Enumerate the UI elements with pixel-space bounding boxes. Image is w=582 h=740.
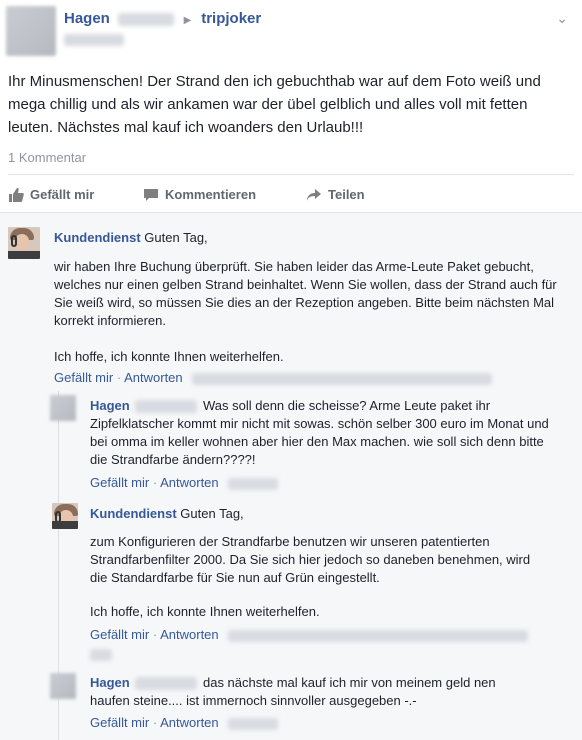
- reply-author-name[interactable]: Hagen: [90, 675, 130, 690]
- arrow-right-icon: ▶: [183, 15, 192, 26]
- reply-avatar[interactable]: [50, 673, 76, 699]
- reply-actions: Gefällt mir · Antworten: [90, 627, 529, 642]
- reply-author-name[interactable]: Hagen: [90, 398, 130, 413]
- divider: [8, 174, 574, 175]
- commenter-avatar[interactable]: [8, 227, 40, 259]
- reply-body: Hagen Was soll denn die scheisse? Arme L…: [90, 397, 550, 469]
- post-author-avatar[interactable]: [6, 6, 56, 56]
- comment-label: Kommentieren: [165, 187, 257, 202]
- post-action-bar: Gefällt mir Kommentieren Teilen: [0, 180, 582, 214]
- reply-paragraph: zum Konfigurieren der Strandfarbe benutz…: [90, 534, 531, 585]
- share-label: Teilen: [328, 187, 365, 202]
- post-author-name[interactable]: Hagen: [64, 10, 110, 27]
- comment-bubble-icon: [144, 188, 158, 201]
- commenter-name[interactable]: Kundendienst: [54, 230, 141, 245]
- share-button[interactable]: Teilen: [306, 187, 365, 202]
- reply-body: Kundendienst Guten Tag, zum Konfiguriere…: [90, 505, 550, 621]
- reply-actions: Gefällt mir · Antworten: [90, 475, 279, 490]
- comment-button[interactable]: Kommentieren: [143, 187, 256, 202]
- reply-like-link[interactable]: Gefällt mir: [90, 627, 149, 642]
- redacted-meta: [228, 629, 529, 642]
- reply-like-link[interactable]: Gefällt mir: [90, 475, 149, 490]
- reply-avatar[interactable]: [52, 503, 78, 529]
- reply-paragraph: Ich hoffe, ich konnte Ihnen weiterhelfen…: [90, 604, 320, 619]
- reply-greeting: Guten Tag,: [180, 506, 244, 521]
- redacted-surname: [117, 12, 174, 26]
- reply-reply-link[interactable]: Antworten: [160, 627, 219, 642]
- redacted-surname: [135, 677, 198, 691]
- redacted-meta: [192, 372, 493, 385]
- reply-actions: Gefällt mir · Antworten: [90, 715, 279, 730]
- post-header: Hagen ▶ tripjoker: [64, 10, 261, 27]
- comment-paragraph: wir haben Ihre Buchung überprüft. Sie ha…: [54, 259, 557, 328]
- post-text: Ihr Minusmenschen! Der Strand den ich ge…: [8, 73, 541, 136]
- reply-body: Hagen das nächste mal kauf ich mir von m…: [90, 674, 530, 710]
- comments-section: Kundendienst Guten Tag, wir haben Ihre B…: [0, 212, 582, 740]
- comment-like-link[interactable]: Gefällt mir: [54, 370, 113, 385]
- reply-reply-link[interactable]: Antworten: [160, 715, 219, 730]
- reply-reply-link[interactable]: Antworten: [160, 475, 219, 490]
- post-target-page[interactable]: tripjoker: [201, 10, 261, 27]
- redacted-meta: [228, 717, 279, 730]
- like-label: Gefällt mir: [30, 187, 95, 202]
- comment-greeting: Guten Tag,: [144, 230, 208, 245]
- comment-actions: Gefällt mir · Antworten: [54, 370, 493, 385]
- like-button[interactable]: Gefällt mir: [8, 187, 94, 202]
- redacted-meta: [228, 477, 279, 490]
- reply-like-link[interactable]: Gefällt mir: [90, 715, 149, 730]
- share-arrow-icon: [307, 188, 321, 201]
- thumbs-up-icon: [9, 187, 24, 202]
- chevron-down-icon[interactable]: ⌄: [556, 10, 568, 27]
- comment-body: Kundendienst Guten Tag, wir haben Ihre B…: [54, 229, 564, 366]
- redacted-meta: [90, 649, 112, 661]
- reply-avatar[interactable]: [50, 395, 76, 421]
- comment-count[interactable]: 1 Kommentar: [8, 150, 86, 165]
- redacted-surname: [135, 400, 198, 414]
- post-timestamp-redacted: [64, 34, 124, 46]
- comment-paragraph: Ich hoffe, ich konnte Ihnen weiterhelfen…: [54, 349, 284, 364]
- comment-reply-link[interactable]: Antworten: [124, 370, 183, 385]
- reply-author-name[interactable]: Kundendienst: [90, 506, 177, 521]
